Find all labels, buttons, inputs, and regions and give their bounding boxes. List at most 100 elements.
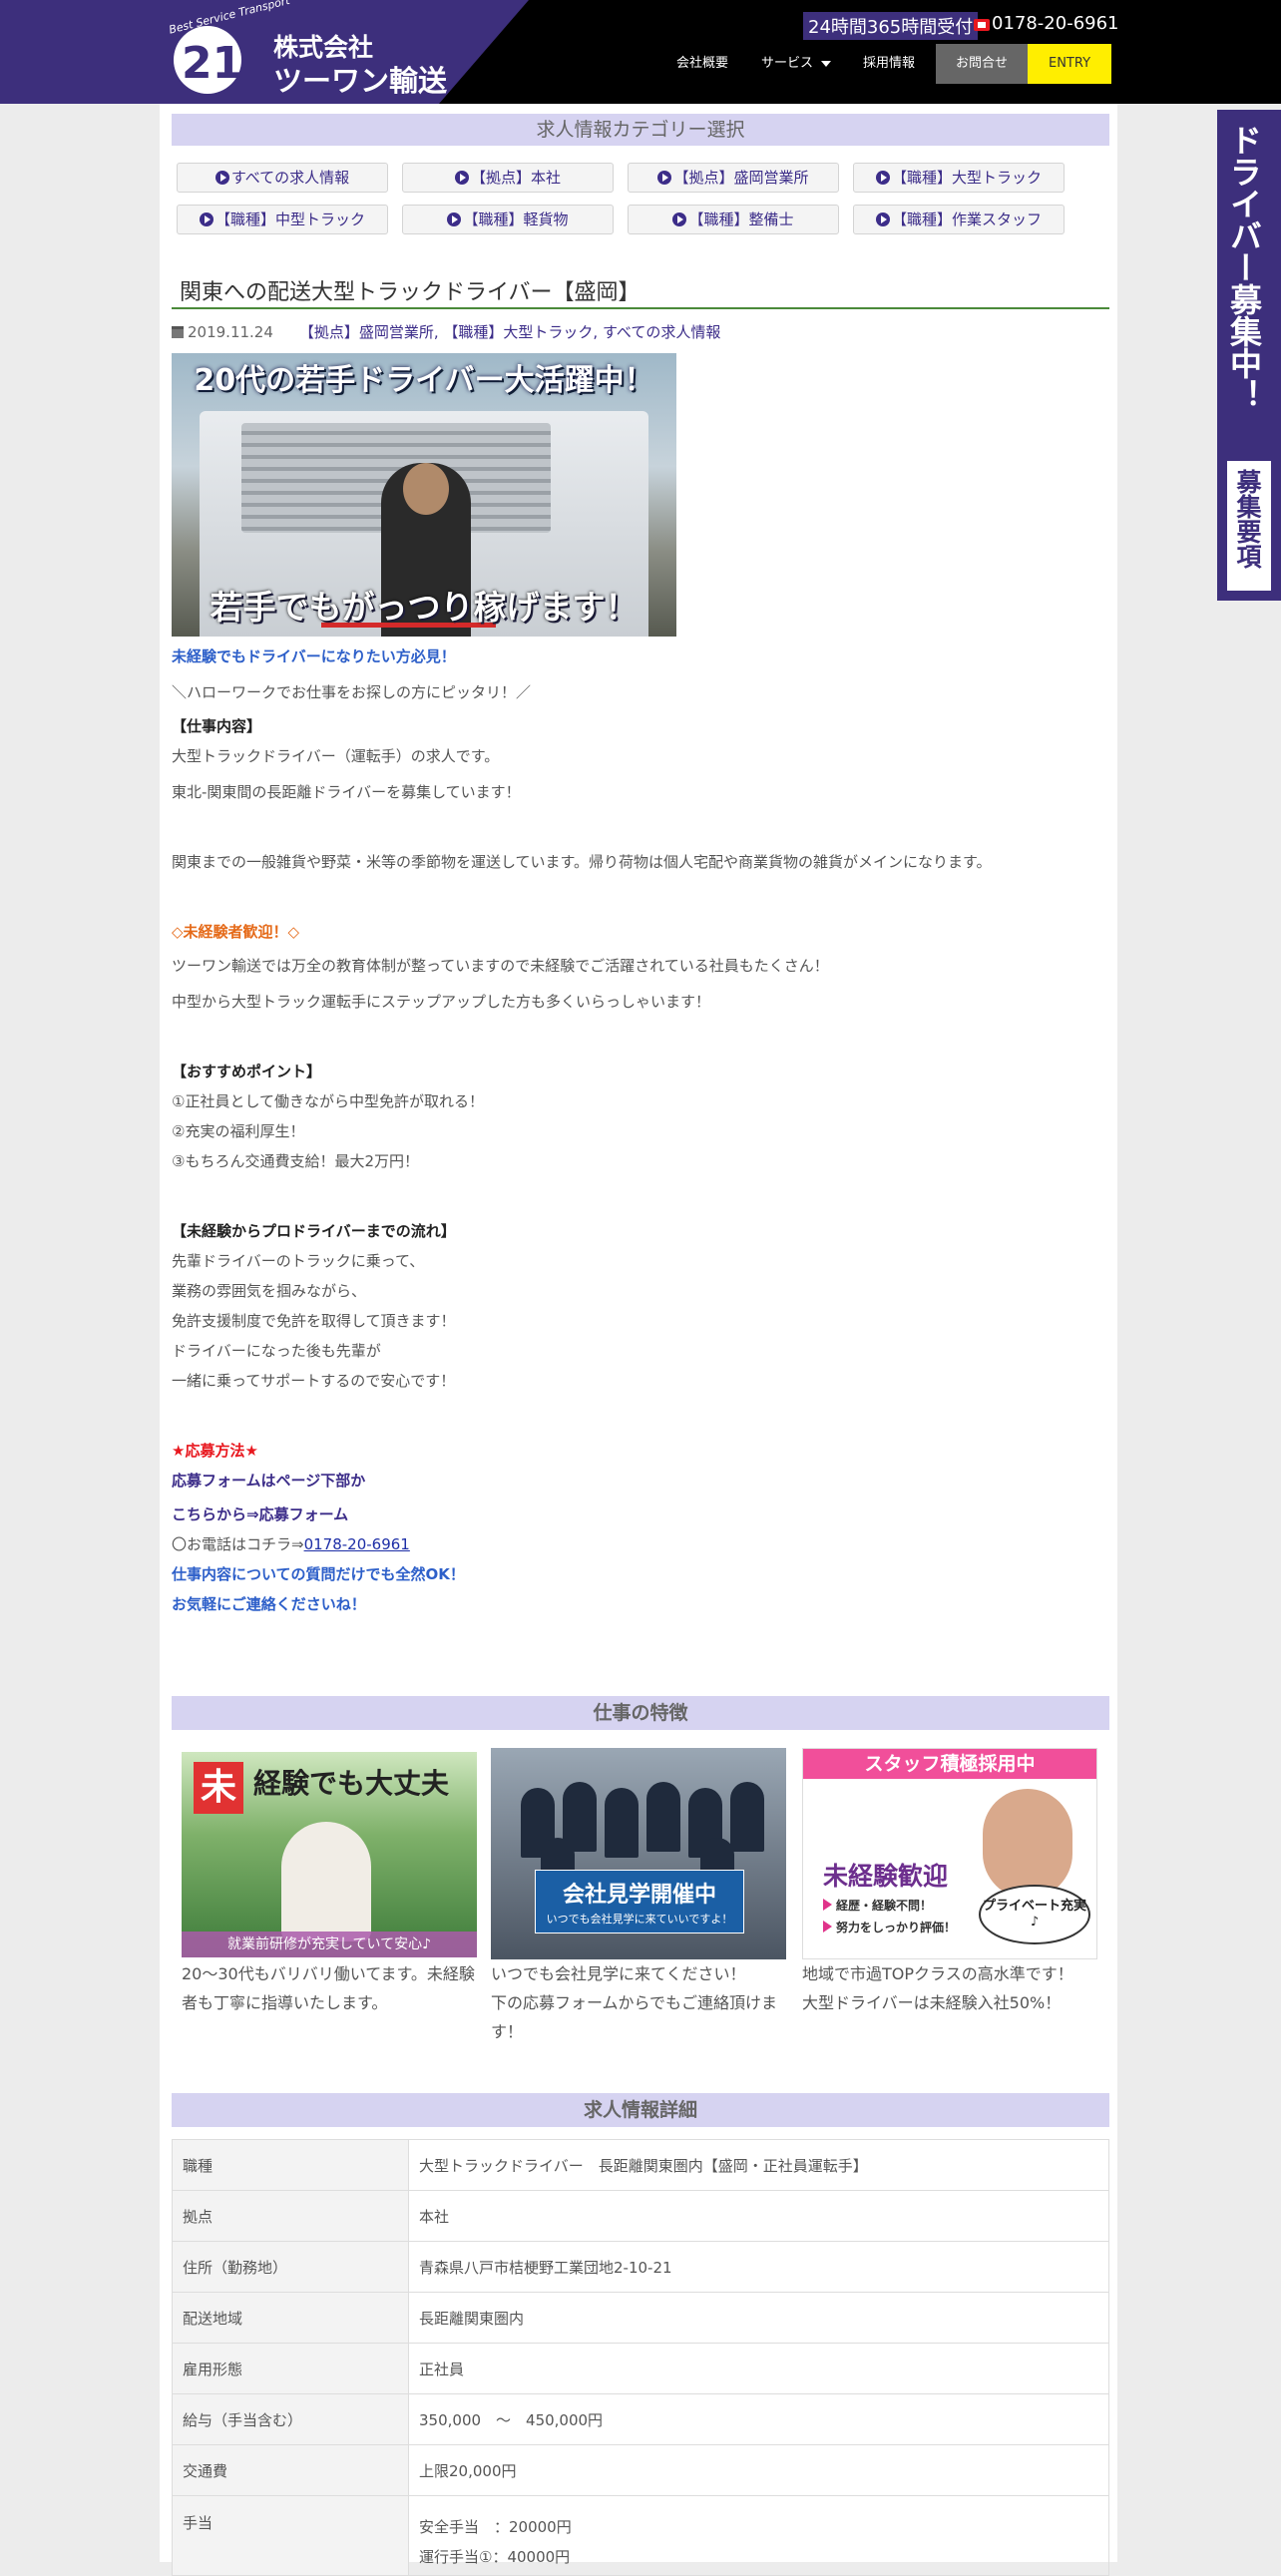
table-row: 手当 安全手当 ：20000円 運行手当①：40000円 <box>172 2495 1109 2576</box>
hiring-bullet: 経歴・経験不問！ <box>823 1897 932 1914</box>
feature-text: いつでも会社見学に来てください！ 下の応募フォームからでもご連絡頂けます！ <box>491 1959 786 2046</box>
table-row: 交通費 上限20,000円 <box>172 2444 1109 2496</box>
play-icon <box>875 171 890 185</box>
phone-icon <box>974 19 990 31</box>
side-banner-text: ドライバー募集中！ <box>1225 124 1263 411</box>
post-meta: 2019.11.24 【拠点】盛岡営業所, 【職種】大型トラック, すべての求人情… <box>172 321 720 342</box>
category-button-hq[interactable]: 【拠点】本社 <box>402 163 614 193</box>
category-label: 【拠点】本社 <box>470 169 561 187</box>
hiring-bullet-text: 努力をしっかり評価！ <box>836 1921 957 1934</box>
category-label: 【拠点】盛岡営業所 <box>673 169 809 187</box>
driver-head <box>403 463 449 515</box>
hellowork-text: ＼ハローワークでお仕事をお探しの方にピッタリ！／ <box>172 683 532 701</box>
feature-text: 地域で市過TOPクラスの高水準です！ 大型ドライバーは未経験入社50%！ <box>802 1959 1097 2017</box>
feature-image-hiring: スタッフ積極採用中 未経験歓迎 経歴・経験不問！ 努力をしっかり評価！ プライベ… <box>802 1748 1097 1959</box>
hiring-bullet-text: 経歴・経験不問！ <box>836 1899 933 1913</box>
category-button-morioka[interactable]: 【拠点】盛岡営業所 <box>628 163 839 193</box>
features-heading: 仕事の特徴 <box>172 1696 1109 1730</box>
point-item: ②充実の福利厚生！ <box>172 1122 305 1140</box>
row-value: 安全手当 ：20000円 運行手当①：40000円 <box>408 2495 1109 2576</box>
row-value-line: 運行手当①：40000円 <box>419 2548 571 2566</box>
category-label: 【職種】作業スタッフ <box>891 211 1042 228</box>
nav-entry-button[interactable]: ENTRY <box>1028 44 1111 84</box>
triangle-bullet-icon <box>823 1921 832 1932</box>
category-button-light-cargo[interactable]: 【職種】軽貨物 <box>402 205 614 234</box>
category-label: 【職種】中型トラック <box>214 211 365 228</box>
brand-name-line2: ツーワン輸送 <box>273 64 448 98</box>
job-requirements-button[interactable]: 募集要項 <box>1227 461 1271 591</box>
main-content: 求人情報カテゴリー選択 すべての求人情報 【拠点】本社 【拠点】盛岡営業所 【職… <box>160 104 1117 2576</box>
feature-text-line: 下の応募フォームからでもご連絡頂けます！ <box>491 1993 778 2041</box>
point-item: ③もちろん交通費支給！最大2万円！ <box>172 1152 419 1170</box>
category-label: 【職種】整備士 <box>688 211 794 228</box>
category-button-large-truck[interactable]: 【職種】大型トラック <box>853 163 1065 193</box>
apply-line: 応募フォームはページ下部か <box>172 1472 366 1490</box>
details-heading: 求人情報詳細 <box>172 2093 1109 2127</box>
row-key: 拠点 <box>172 2190 409 2242</box>
row-value: 青森県八戸市桔梗野工業団地2-10-21 <box>408 2241 1109 2293</box>
title-divider <box>172 307 1109 309</box>
nav-recruit[interactable]: 採用情報 <box>850 44 928 84</box>
header-phone-number[interactable]: 0178-20-6961 <box>992 13 1119 34</box>
nav-service[interactable]: サービス <box>750 44 842 84</box>
post-date: 2019.11.24 <box>188 323 273 341</box>
recruit-side-banner[interactable]: ドライバー募集中！ 募集要項 <box>1217 110 1281 601</box>
apply-form-link[interactable]: こちらから⇒応募フォーム <box>172 1504 348 1524</box>
flow-line: 免許支援制度で免許を取得して頂きます！ <box>172 1312 456 1330</box>
nav-service-label: サービス <box>760 56 813 71</box>
brand-block[interactable]: 21 Best Service Transport 株式会社 ツーワン輸送 <box>0 0 529 104</box>
feature-image-tour: 会社見学開催中 いつでも会社見学に来ていいですよ！ <box>491 1748 786 1959</box>
point-item: ①正社員として働きながら中型免許が取れる！ <box>172 1092 484 1110</box>
speech-bubble: プライベート充実♪ <box>979 1885 1090 1944</box>
nav-contact[interactable]: お問合せ <box>936 44 1028 84</box>
feature-image-inexperienced: 未 経験でも大丈夫 就業前研修が充実していて安心♪ <box>182 1752 477 1957</box>
job-requirements-label: 募集要項 <box>1233 469 1262 569</box>
tour-banner-subtitle: いつでも会社見学に来ていいですよ！ <box>546 1913 733 1926</box>
staff-figure <box>605 1788 639 1858</box>
feature-text-line: 地域で市過TOPクラスの高水準です！ <box>802 1964 1073 1983</box>
job-line: 東北-関東間の長距離ドライバーを募集しています！ <box>172 783 521 801</box>
feature-image-caption: 就業前研修が充実していて安心♪ <box>182 1932 477 1957</box>
nav-about[interactable]: 会社概要 <box>662 44 742 84</box>
category-button-work-staff[interactable]: 【職種】作業スタッフ <box>853 205 1065 234</box>
hiring-banner: スタッフ積極採用中 <box>803 1749 1096 1779</box>
triangle-bullet-icon <box>823 1899 832 1911</box>
category-heading: 求人情報カテゴリー選択 <box>172 114 1109 146</box>
category-button-all[interactable]: すべての求人情報 <box>177 163 388 193</box>
category-label: 【職種】大型トラック <box>891 169 1042 187</box>
flow-line: 一緒に乗ってサポートするので安心です！ <box>172 1372 456 1390</box>
welcome-heading: ◇未経験者歓迎！◇ <box>172 923 300 941</box>
row-value: 350,000 ～ 450,000円 <box>408 2393 1109 2445</box>
post-category-links[interactable]: 【拠点】盛岡営業所, 【職種】大型トラック, すべての求人情報 <box>299 323 720 341</box>
row-value: 上限20,000円 <box>408 2444 1109 2496</box>
play-icon <box>199 213 214 226</box>
hero-bottom-text: 若手でもがっつり稼げます！ <box>210 588 639 627</box>
table-row: 給与（手当含む） 350,000 ～ 450,000円 <box>172 2393 1109 2445</box>
flow-heading: 【未経験からプロドライバーまでの流れ】 <box>172 1222 456 1240</box>
feature-text-line: いつでも会社見学に来てください！ <box>491 1964 746 1983</box>
staff-figure <box>730 1782 764 1852</box>
manager-photo <box>983 1789 1072 1899</box>
hotline-badge: 24時間365時間受付 <box>803 12 979 40</box>
play-icon <box>672 213 687 226</box>
apply-phone-link[interactable]: 0178-20-6961 <box>304 1535 410 1553</box>
category-button-medium-truck[interactable]: 【職種】中型トラック <box>177 205 388 234</box>
play-icon <box>454 171 469 185</box>
calendar-icon <box>172 326 184 338</box>
row-value: 長距離関東圏内 <box>408 2292 1109 2344</box>
play-icon <box>875 213 890 226</box>
points-heading: 【おすすめポイント】 <box>172 1063 322 1080</box>
hero-top-text: 20代の若手ドライバー大活躍中！ <box>194 363 654 398</box>
row-value: 本社 <box>408 2190 1109 2242</box>
tour-banner: 会社見学開催中 いつでも会社見学に来ていいですよ！ <box>535 1870 744 1933</box>
play-icon <box>657 171 672 185</box>
hero-image: 20代の若手ドライバー大活躍中！ 若手でもがっつり稼げます！ <box>172 353 676 637</box>
category-button-mechanic[interactable]: 【職種】整備士 <box>628 205 839 234</box>
row-key: 住所（勤務地） <box>172 2241 409 2293</box>
table-row: 拠点 本社 <box>172 2190 1109 2242</box>
table-row: 雇用形態 正社員 <box>172 2343 1109 2394</box>
row-value: 正社員 <box>408 2343 1109 2394</box>
row-value-line: 安全手当 ：20000円 <box>419 2518 572 2536</box>
hiring-bullet: 努力をしっかり評価！ <box>823 1919 956 1935</box>
play-icon <box>447 213 462 226</box>
